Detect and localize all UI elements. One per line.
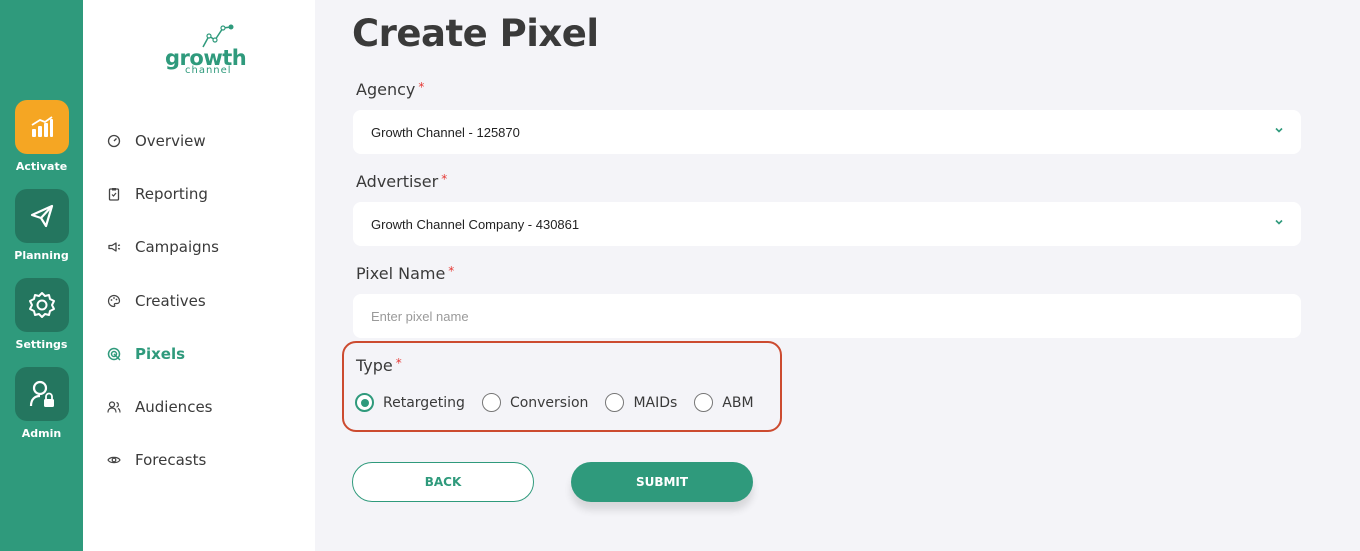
rail-label: Activate: [15, 160, 68, 173]
rail-item-admin[interactable]: Admin: [0, 367, 83, 440]
radio-button[interactable]: [355, 393, 374, 412]
megaphone-icon: [107, 240, 121, 254]
pixel-name-label: Pixel Name *: [356, 264, 454, 283]
sidebar-item-forecasts[interactable]: Forecasts: [107, 451, 206, 469]
back-button[interactable]: BACK: [352, 462, 534, 502]
required-asterisk: *: [418, 80, 425, 94]
advertiser-select[interactable]: Growth Channel Company - 430861: [353, 202, 1301, 246]
type-highlight-box: [342, 341, 782, 432]
radio-label: Retargeting: [383, 394, 465, 411]
advertiser-label: Advertiser *: [356, 172, 447, 191]
rail-item-settings[interactable]: Settings: [0, 278, 83, 351]
sidebar-item-reporting[interactable]: Reporting: [107, 185, 208, 203]
sidebar-item-label: Overview: [135, 132, 206, 150]
app-rail: Activate Planning Settings Admin: [0, 0, 83, 551]
rail-label: Settings: [15, 338, 68, 351]
rail-item-activate[interactable]: Activate: [0, 100, 83, 173]
submit-button[interactable]: SUBMIT: [571, 462, 753, 502]
radio-label: ABM: [722, 394, 754, 411]
speedometer-icon: [107, 134, 121, 148]
advertiser-label-text: Advertiser: [356, 172, 439, 191]
radio-label: MAIDs: [633, 394, 678, 411]
radio-conversion[interactable]: Conversion: [481, 393, 589, 412]
advertiser-select-value: Growth Channel Company - 430861: [371, 216, 580, 232]
sidebar-item-audiences[interactable]: Audiences: [107, 398, 212, 416]
eye-icon: [107, 453, 121, 467]
agency-label-text: Agency: [356, 80, 416, 99]
agency-select-value: Growth Channel - 125870: [371, 124, 520, 140]
sidebar-item-overview[interactable]: Overview: [107, 132, 206, 150]
chevron-down-icon: [1273, 216, 1285, 231]
type-label-text: Type: [356, 356, 393, 375]
rail-label: Planning: [14, 249, 69, 262]
rail-item-planning[interactable]: Planning: [0, 189, 83, 262]
sidebar-item-label: Audiences: [135, 398, 213, 416]
target-icon: [107, 347, 121, 361]
type-radio-group: Retargeting Conversion MAIDs ABM: [355, 393, 771, 412]
chart-bars-icon: [14, 100, 69, 154]
radio-button[interactable]: [694, 393, 714, 412]
sidebar: growth channel Overview Reporting Campai…: [83, 0, 315, 551]
sidebar-item-label: Creatives: [135, 292, 206, 310]
agency-select[interactable]: Growth Channel - 125870: [353, 110, 1301, 154]
rail-label: Admin: [21, 427, 62, 440]
radio-retargeting[interactable]: Retargeting: [355, 393, 465, 412]
main-content: Create Pixel Agency * Growth Channel - 12…: [315, 0, 1360, 551]
brand-logo-sub: channel: [185, 65, 232, 76]
sidebar-item-pixels[interactable]: Pixels: [107, 345, 185, 363]
agency-label: Agency *: [356, 80, 424, 99]
required-asterisk: *: [448, 264, 455, 278]
required-asterisk: *: [441, 172, 448, 186]
sidebar-item-label: Forecasts: [135, 451, 207, 469]
page-title: Create Pixel: [352, 12, 599, 55]
chevron-down-icon: [1273, 124, 1285, 139]
type-label: Type *: [356, 356, 402, 375]
radio-maids[interactable]: MAIDs: [605, 393, 677, 412]
user-lock-icon: [14, 367, 69, 421]
radio-abm[interactable]: ABM: [694, 393, 754, 412]
radio-label: Conversion: [509, 394, 589, 411]
sidebar-item-label: Pixels: [135, 345, 186, 363]
sidebar-item-campaigns[interactable]: Campaigns: [107, 238, 219, 256]
sidebar-item-label: Reporting: [135, 185, 208, 203]
paper-plane-icon: [14, 189, 69, 243]
users-icon: [107, 400, 121, 414]
sidebar-item-creatives[interactable]: Creatives: [107, 292, 206, 310]
radio-button[interactable]: [481, 393, 501, 412]
radio-button[interactable]: [605, 393, 625, 412]
gear-icon: [14, 278, 69, 332]
palette-icon: [107, 294, 121, 308]
pixel-name-input[interactable]: [353, 294, 1301, 338]
required-asterisk: *: [395, 356, 402, 370]
clipboard-icon: [107, 187, 121, 201]
sidebar-item-label: Campaigns: [135, 238, 220, 256]
pixel-name-label-text: Pixel Name: [356, 264, 446, 283]
